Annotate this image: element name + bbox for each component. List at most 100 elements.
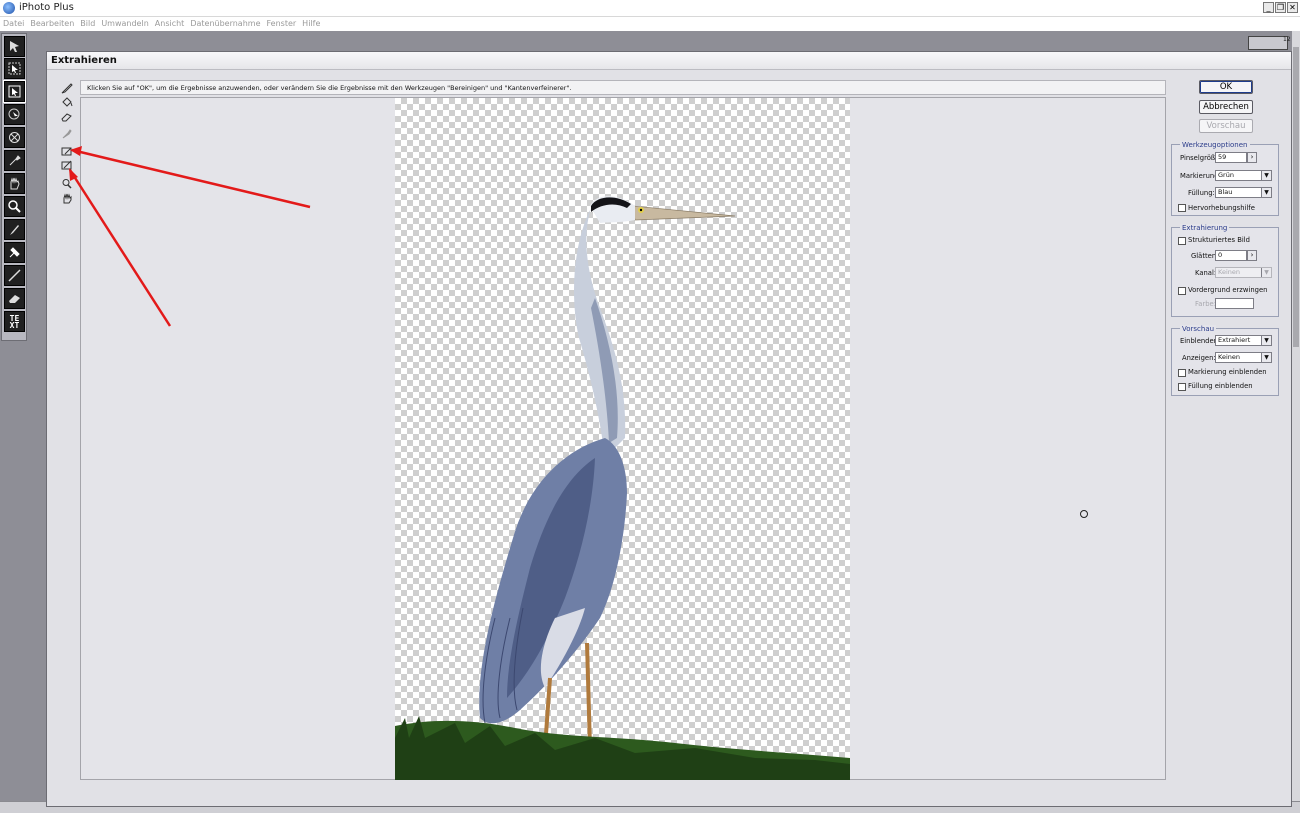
menu-import[interactable]: Datenübernahme (190, 17, 260, 31)
ruler-number: 12 (1283, 36, 1291, 43)
highlighter-pen-icon (61, 82, 73, 93)
tool-options-group: Werkzeugoptionen Pinselgröße: 59 › Marki… (1171, 141, 1279, 216)
background-document-thumbnail (1248, 36, 1288, 50)
hand-icon (10, 177, 20, 190)
preview-button[interactable]: Vorschau (1199, 119, 1253, 133)
color-label: Farbe: (1195, 300, 1217, 308)
marking-select[interactable]: Grün ▼ (1215, 170, 1272, 181)
extracted-image[interactable] (395, 98, 850, 780)
menu-help[interactable]: Hilfe (302, 17, 320, 31)
clone-stamp-icon (9, 247, 20, 258)
eraser-icon (60, 112, 72, 121)
zoom-icon (8, 200, 21, 213)
brush-size-stepper[interactable]: › (1247, 152, 1257, 163)
tool-text[interactable]: TE XT (4, 311, 25, 332)
edge-highlighter-tool[interactable] (59, 82, 74, 94)
eraser-icon (9, 295, 20, 303)
force-foreground-label: Vordergrund erzwingen (1188, 286, 1268, 294)
tool-zoom[interactable] (4, 196, 25, 217)
hint-text: Klicken Sie auf "OK", um die Ergebnisse … (87, 84, 572, 92)
minimize-icon[interactable]: _ (1263, 2, 1274, 13)
tool-magic-wand[interactable] (4, 127, 25, 148)
chevron-down-icon: ▼ (1261, 268, 1271, 277)
line-tool-icon (8, 269, 21, 282)
fill-select[interactable]: Blau ▼ (1215, 187, 1272, 198)
tool-line[interactable] (4, 265, 25, 286)
menu-transform[interactable]: Umwandeln (101, 17, 148, 31)
brush-size-input[interactable]: 59 (1215, 152, 1247, 163)
dialog-title: Extrahieren (51, 55, 117, 66)
magic-wand-icon (9, 132, 20, 143)
eyedropper-mini-tool[interactable] (59, 127, 74, 139)
tool-eraser[interactable] (4, 288, 25, 309)
tool-clone[interactable] (4, 242, 25, 263)
menu-edit[interactable]: Bearbeiten (30, 17, 74, 31)
highlight-help-checkbox[interactable] (1178, 204, 1186, 212)
eraser-mini-tool[interactable] (59, 110, 74, 122)
marking-value: Grün (1218, 171, 1234, 179)
workspace-scrollbar[interactable] (1292, 31, 1300, 801)
chevron-down-icon: ▼ (1261, 188, 1271, 197)
textured-image-label: Strukturiertes Bild (1188, 236, 1250, 244)
show-fill-label: Füllung einblenden (1188, 382, 1253, 390)
color-swatch[interactable] (1215, 298, 1254, 309)
menu-image[interactable]: Bild (80, 17, 95, 31)
tool-palette: TE XT (1, 33, 27, 341)
paint-bucket-icon (61, 96, 72, 107)
fill-label: Füllung: (1188, 189, 1215, 197)
channel-select[interactable]: Keinen ▼ (1215, 267, 1272, 278)
smooth-input[interactable]: 0 (1215, 250, 1247, 261)
ok-button[interactable]: OK (1199, 80, 1253, 94)
edge-touchup-tool[interactable] (59, 159, 74, 171)
marquee-icon (8, 85, 21, 98)
restore-icon[interactable]: ❐ (1275, 2, 1286, 13)
zoom-mini-tool[interactable] (59, 177, 74, 189)
textured-image-checkbox[interactable] (1178, 237, 1186, 245)
tool-transform[interactable] (4, 36, 25, 57)
cleanup-tool[interactable] (59, 145, 74, 157)
fill-value: Blau (1218, 188, 1233, 196)
show-marking-label: Markierung einblenden (1188, 368, 1267, 376)
tool-lasso[interactable] (4, 104, 25, 125)
fill-tool[interactable] (59, 96, 74, 108)
menu-window[interactable]: Fenster (267, 17, 297, 31)
close-icon[interactable]: ✕ (1287, 2, 1298, 13)
show-fill-checkbox[interactable] (1178, 383, 1186, 391)
text-tool-icon: TE XT (9, 313, 20, 330)
brush-cursor (1080, 510, 1088, 518)
scrollbar-thumb[interactable] (1293, 47, 1299, 347)
menu-bar: Datei Bearbeiten Bild Umwandeln Ansicht … (0, 17, 1300, 31)
smooth-stepper[interactable]: › (1247, 250, 1257, 261)
app-title-bar: iPhoto Plus _ ❐ ✕ (0, 0, 1300, 17)
tool-marquee[interactable] (3, 80, 26, 103)
transform-icon (10, 41, 19, 52)
hint-bar: Klicken Sie auf "OK", um die Ergebnisse … (80, 80, 1166, 95)
channel-label: Kanal: (1195, 269, 1217, 277)
select-arrow-icon (8, 62, 21, 75)
menu-view[interactable]: Ansicht (155, 17, 185, 31)
tool-hand[interactable] (4, 173, 25, 194)
tool-brush[interactable] (4, 219, 25, 240)
tool-select[interactable] (4, 58, 25, 79)
highlight-help-label: Hervorhebungshilfe (1188, 204, 1255, 212)
tool-eyedropper[interactable] (4, 150, 25, 171)
channel-value: Keinen (1218, 268, 1240, 276)
display-label: Anzeigen: (1182, 354, 1216, 362)
extraction-group: Extrahierung Strukturiertes Bild Glätten… (1171, 224, 1279, 317)
show-select[interactable]: Extrahiert ▼ (1215, 335, 1272, 346)
edge-touchup-icon (61, 160, 71, 169)
show-marking-checkbox[interactable] (1178, 369, 1186, 377)
status-document-tab (95, 806, 185, 813)
display-select[interactable]: Keinen ▼ (1215, 352, 1272, 363)
magnifier-icon (62, 178, 72, 189)
window-controls: _ ❐ ✕ (1263, 2, 1298, 13)
menu-file[interactable]: Datei (3, 17, 24, 31)
tool-options-legend: Werkzeugoptionen (1180, 141, 1250, 149)
app-title: iPhoto Plus (19, 2, 74, 13)
hand-mini-tool[interactable] (59, 192, 74, 204)
cancel-button[interactable]: Abbrechen (1199, 100, 1253, 114)
hand-icon (63, 192, 71, 203)
cleanup-brush-icon (61, 147, 71, 155)
chevron-down-icon: ▼ (1261, 336, 1271, 345)
force-foreground-checkbox[interactable] (1178, 287, 1186, 295)
